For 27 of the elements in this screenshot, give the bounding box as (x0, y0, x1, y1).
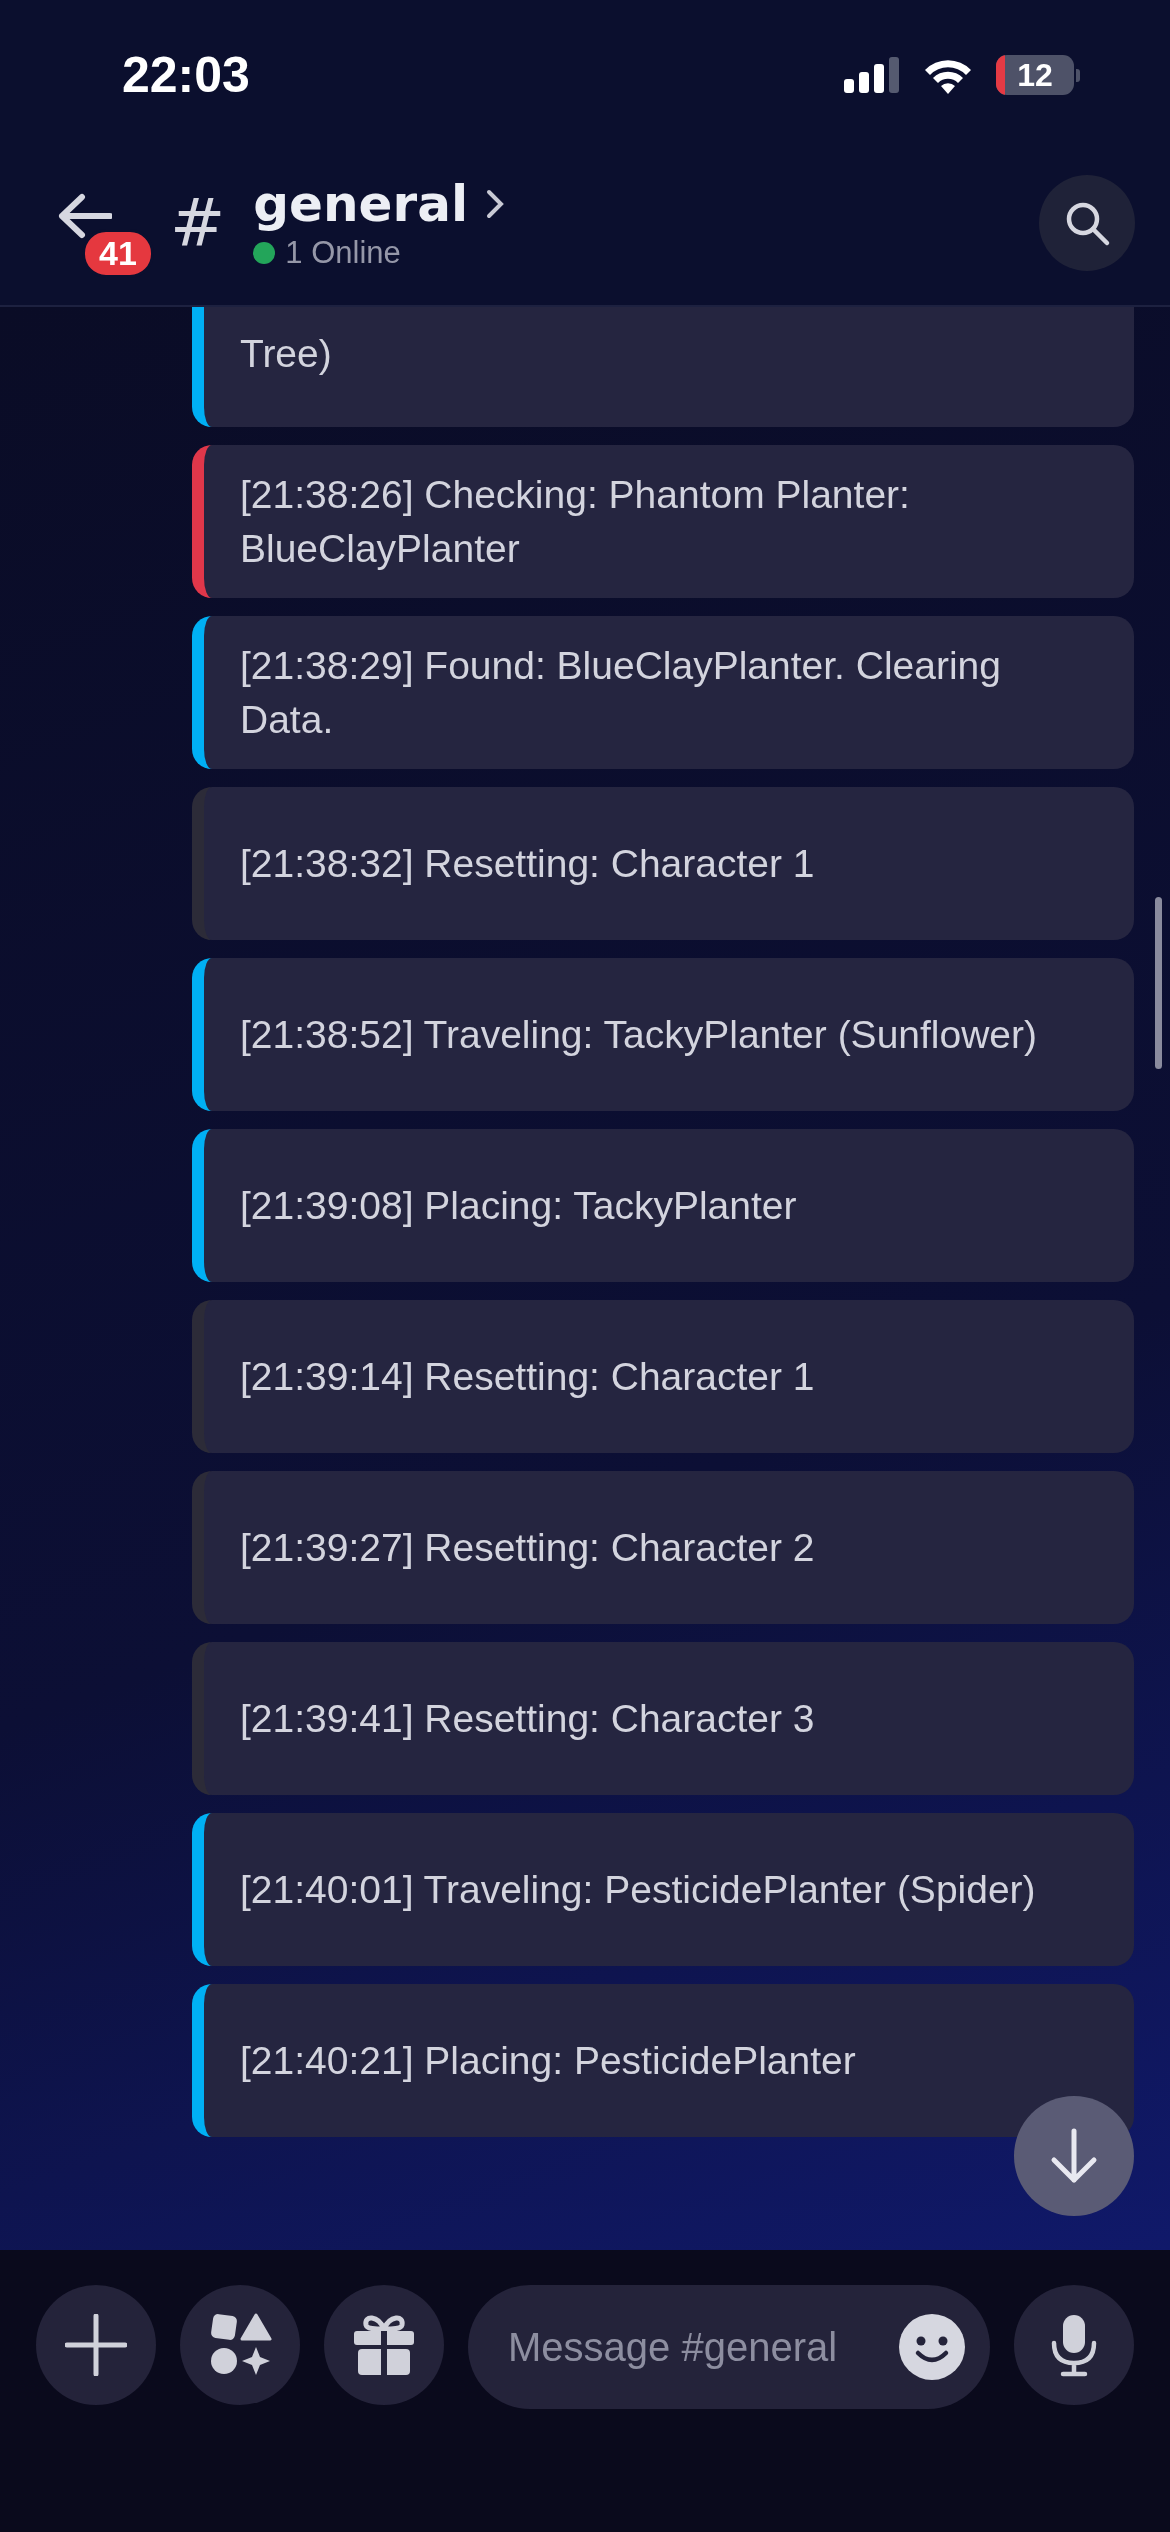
signal-icon (844, 57, 900, 93)
chevron-right-icon (486, 188, 505, 219)
message-text: Tree) (240, 331, 332, 377)
channel-hash-symbol: # (170, 184, 226, 261)
online-count: 1 Online (285, 234, 401, 271)
message-text: [21:38:29] Found: BlueClayPlanter. Clearing Data. (240, 642, 1002, 743)
message-text: [21:38:32] Resetting: Character 1 (240, 840, 815, 887)
message-text: [21:39:08] Placing: TackyPlanter (240, 1182, 797, 1229)
message-input-field[interactable]: Message #general (506, 2323, 898, 2371)
plus-icon (65, 2314, 127, 2376)
shapes-icon (208, 2313, 272, 2377)
message-text: [21:38:52] Traveling: TackyPlanter (Sunflower) (240, 1011, 1038, 1058)
message-text: [21:39:41] Resetting: Character 3 (240, 1695, 815, 1742)
gift-icon (352, 2313, 416, 2377)
channel-name[interactable]: general (253, 174, 469, 233)
online-dot (253, 241, 276, 264)
message-text: [21:40:21] Placing: PesticidePlanter (240, 2037, 856, 2084)
emoji-icon[interactable] (898, 2313, 966, 2381)
message-text: [21:38:26] Checking: Phantom Planter: BlueClayPlanter (240, 471, 911, 572)
message-text: [21:40:01] Traveling: PesticidePlanter (Spider) (240, 1866, 1036, 1913)
down-arrow-icon (1049, 2128, 1099, 2184)
back-arrow-icon (56, 192, 112, 239)
message-text: [21:39:27] Resetting: Character 2 (240, 1524, 815, 1571)
status-time: 22:03 (122, 46, 250, 104)
microphone-icon (1049, 2313, 1099, 2377)
message-composer[interactable]: Message #general (468, 2285, 990, 2409)
message-text: [21:39:14] Resetting: Character 1 (240, 1353, 815, 1400)
